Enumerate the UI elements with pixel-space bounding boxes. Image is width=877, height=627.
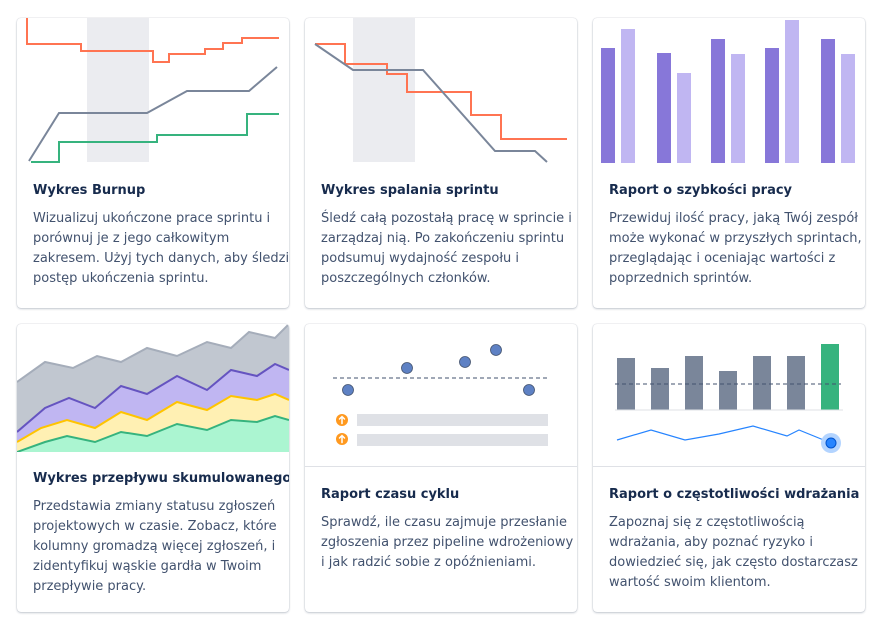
cycle-time-point: [490, 344, 502, 356]
card-title: Raport o częstotliwości wdrażania: [609, 487, 860, 502]
card-velocity[interactable]: Raport o szybkości pracy Przewiduj ilość…: [593, 18, 865, 308]
cycle-time-point: [401, 362, 413, 374]
card-description: Przedstawia zmiany statusu zgłoszeń proje…: [33, 497, 277, 597]
arrow-up-icon: [336, 433, 348, 445]
velocity-bar-commitment: [711, 39, 725, 163]
card-deployment-frequency[interactable]: Raport o częstotliwości wdrażania Zapozn…: [593, 324, 865, 612]
burndown-illustration: [314, 18, 567, 163]
description-line: i jak radzić sobie z opóźnieniami.: [321, 555, 536, 570]
burnup-estimate-line: [28, 66, 278, 162]
description-line: Sprawdź, ile czasu zajmuje przesłanie: [321, 515, 567, 530]
deployment-current-point: [825, 437, 837, 449]
velocity-illustration: [601, 20, 855, 163]
card-title: Raport czasu cyklu: [321, 487, 460, 502]
card-description: Zapoznaj się z częstotliwością wdrażania,…: [609, 513, 858, 593]
sprint-highlight: [87, 18, 149, 162]
description-line: przepływie pracy.: [33, 579, 147, 594]
description-line: przeglądając i oceniając wartości z: [609, 251, 836, 266]
deployment-frequency-illustration: [593, 344, 865, 467]
deployment-trend-line: [616, 425, 832, 444]
deployment-bar: [787, 356, 805, 410]
sprint-highlight: [353, 18, 415, 162]
description-line: Przewiduj ilość pracy, jaką Twój zespół: [609, 211, 858, 226]
card-cumulative-flow[interactable]: Wykres przepływu skumulowanego Przedstaw…: [17, 324, 289, 612]
velocity-bar-commitment: [601, 48, 615, 163]
deployment-bar: [719, 371, 737, 410]
burnup-completed-line: [31, 113, 279, 163]
burndown-guideline: [314, 43, 548, 163]
cycle-time-point: [342, 384, 354, 396]
card-burnup[interactable]: Wykres Burnup Wizualizuj ukończone prace…: [17, 18, 289, 308]
description-line: Śledź całą pozostałą pracę w sprincie i: [321, 211, 572, 226]
card-description: Wizualizuj ukończone prace sprintu i poró…: [33, 209, 289, 289]
description-line: kolumny gromadzą więcej zgłoszeń, i: [33, 539, 276, 554]
description-line: zarządzaj nią. Po zakończeniu sprintu: [321, 231, 565, 246]
cycle-time-point: [459, 356, 471, 368]
deployment-bar: [685, 356, 703, 410]
deployment-bar: [651, 368, 669, 410]
card-description: Przewiduj ilość pracy, jaką Twój zespół m…: [609, 209, 862, 289]
description-line: Zapoznaj się z częstotliwością: [609, 515, 805, 530]
description-line: zakresem. Użyj tych danych, aby śledzić: [33, 251, 289, 266]
description-line: poprzednich sprintów.: [609, 271, 753, 286]
velocity-bar-completed: [841, 54, 855, 163]
velocity-bar-commitment: [765, 48, 779, 163]
cycle-time-point: [523, 384, 535, 396]
velocity-bar-completed: [731, 54, 745, 163]
burnup-illustration: [26, 18, 279, 163]
description-line: Przedstawia zmiany statusu zgłoszeń: [33, 499, 276, 514]
arrow-up-icon: [336, 414, 348, 426]
cycle-time-issue-bar: [357, 434, 548, 446]
description-line: projektowych w czasie. Zobacz, które: [33, 519, 277, 534]
card-description: Śledź całą pozostałą pracę w sprincie i z…: [321, 209, 572, 289]
description-line: wdrażania, aby poznać ryzyko i: [609, 535, 813, 550]
description-line: porównuj je z jego całkowitym: [33, 231, 230, 246]
card-title: Wykres spalania sprintu: [321, 183, 499, 198]
velocity-bar-commitment: [657, 53, 671, 163]
description-line: wartość swoim klientom.: [609, 575, 771, 590]
card-sprint-burndown[interactable]: Wykres spalania sprintu Śledź całą pozos…: [305, 18, 577, 308]
card-cycle-time[interactable]: Raport czasu cyklu Sprawdź, ile czasu za…: [305, 324, 577, 612]
description-line: postęp ukończenia sprintu.: [33, 271, 209, 286]
description-line: dowiedzieć się, jak często dostarczasz: [609, 555, 858, 570]
description-line: podsumuj wydajność zespołu i: [321, 251, 519, 266]
description-line: zidentyfikuj wąskie gardła w Twoim: [33, 559, 262, 574]
deployment-bar: [753, 356, 771, 410]
velocity-bar-completed: [785, 20, 799, 163]
cycle-time-illustration: [305, 344, 577, 467]
velocity-bar-commitment: [821, 39, 835, 163]
description-line: zgłoszenia przez pipeline wdrożeniowy: [321, 535, 574, 550]
cycle-time-issue-bar: [357, 414, 548, 426]
card-description: Sprawdź, ile czasu zajmuje przesłanie zgł…: [321, 513, 573, 573]
description-line: Wizualizuj ukończone prace sprintu i: [33, 211, 271, 226]
card-title: Wykres przepływu skumulowanego: [33, 471, 289, 486]
card-title: Raport o szybkości pracy: [609, 183, 793, 198]
description-line: poszczególnych członków.: [321, 271, 491, 286]
burnup-scope-line: [26, 18, 279, 63]
description-line: może wykonać w przyszłych sprintach,: [609, 231, 862, 246]
deployment-bar-current: [821, 344, 839, 410]
cumulative-flow-illustration: [17, 324, 289, 452]
velocity-bar-completed: [621, 29, 635, 163]
velocity-bar-completed: [677, 73, 691, 163]
card-title: Wykres Burnup: [33, 183, 146, 198]
